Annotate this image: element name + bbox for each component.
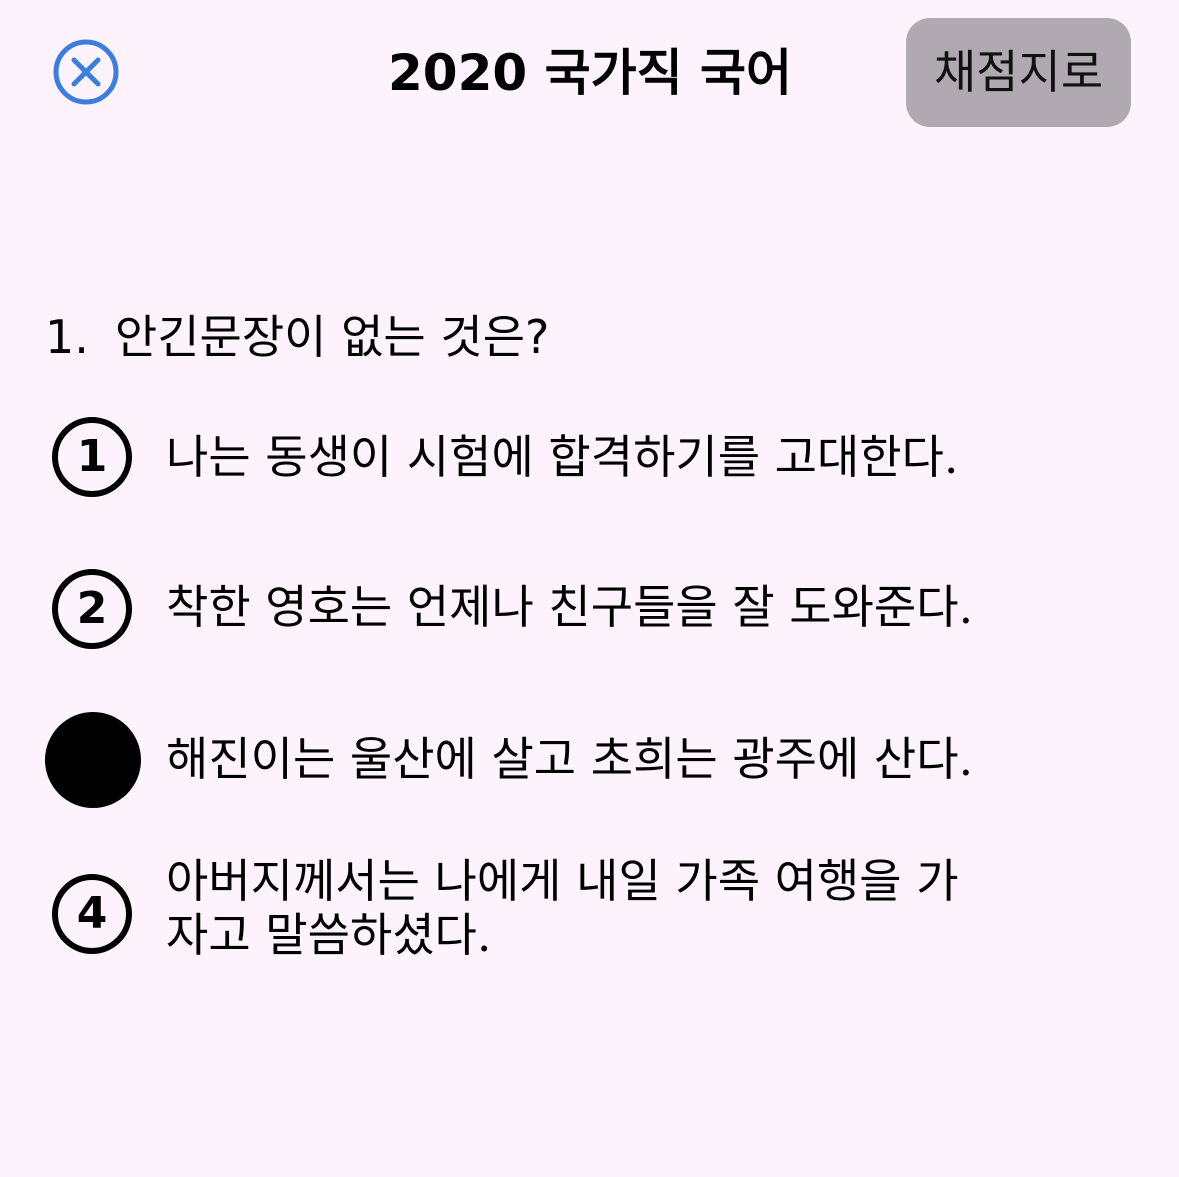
question-number: 1. bbox=[45, 310, 89, 364]
close-button[interactable] bbox=[52, 38, 120, 106]
close-circle-icon bbox=[52, 38, 120, 106]
option-text-2: 착한 영호는 언제나 친구들을 잘 도와준다. bbox=[166, 580, 974, 634]
option-4[interactable]: 4 아버지께서는 나에게 내일 가족 여행을 가자고 말씀하셨다. bbox=[0, 852, 1179, 972]
option-marker-2: 2 bbox=[52, 569, 132, 649]
option-2[interactable]: 2 착한 영호는 언제나 친구들을 잘 도와준다. bbox=[0, 564, 1179, 654]
option-text-1: 나는 동생이 시험에 합격하기를 고대한다. bbox=[166, 430, 959, 484]
option-marker-3-selected bbox=[45, 712, 141, 808]
grade-button[interactable]: 채점지로 bbox=[906, 18, 1131, 127]
question: 1. 안긴문장이 없는 것은? bbox=[45, 305, 549, 369]
option-1[interactable]: 1 나는 동생이 시험에 합격하기를 고대한다. bbox=[0, 412, 1179, 502]
option-3[interactable]: 해진이는 울산에 살고 초희는 광주에 산다. bbox=[0, 712, 1179, 808]
option-marker-1: 1 bbox=[52, 417, 132, 497]
page-title: 2020 국가직 국어 bbox=[388, 44, 792, 102]
option-marker-4: 4 bbox=[52, 874, 132, 954]
question-text: 안긴문장이 없는 것은? bbox=[114, 310, 550, 364]
option-text-3: 해진이는 울산에 살고 초희는 광주에 산다. bbox=[166, 732, 974, 786]
option-text-4: 아버지께서는 나에게 내일 가족 여행을 가자고 말씀하셨다. bbox=[166, 854, 959, 962]
